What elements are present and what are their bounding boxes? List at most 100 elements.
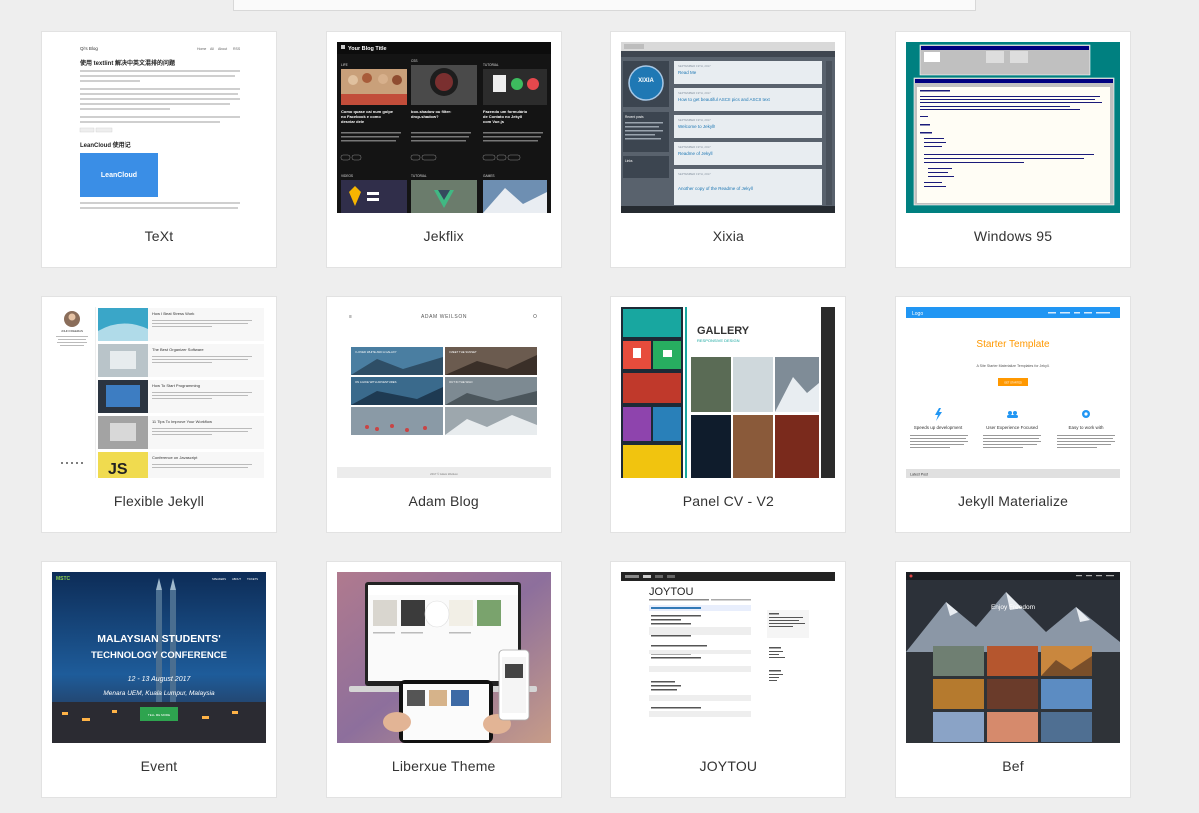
preview-author: JOHN FREEMAN xyxy=(61,329,83,333)
theme-preview-panel-cv: GALLERY RESPONSIVE DESIGN xyxy=(621,307,836,478)
preview-feature-title: Speeds up development xyxy=(914,425,963,430)
theme-card-jekyll-materialize[interactable]: Logo Starter Template A Site Starter Mat… xyxy=(895,296,1132,533)
theme-card-adam-blog[interactable]: ≡ ADAM WEILSON I LOVED WHITE AND A GALAX… xyxy=(325,296,562,533)
preview-title: GALLERY xyxy=(697,325,750,337)
preview-button: GET STARTED xyxy=(1004,381,1022,385)
theme-name: Xixia xyxy=(712,228,745,244)
preview-subtitle: RESPONSIVE DESIGN xyxy=(697,338,740,343)
preview-nav-item: TICKETS xyxy=(247,577,258,581)
theme-preview-liberxue xyxy=(336,572,551,743)
preview-banner: LeanCloud xyxy=(101,172,137,179)
theme-card-liberxue[interactable]: Liberxue Theme xyxy=(325,561,562,798)
theme-preview-jekflix: Your Blog Title LIFE CSS TUTORIAL Como q… xyxy=(336,42,551,213)
preview-site-name: Qi's Blog xyxy=(80,46,98,51)
theme-grid: Qi's Blog Home All About RSS 使用 textlint… xyxy=(41,31,1132,798)
preview-post-title: Readme of Jekyll xyxy=(678,151,713,156)
preview-category: GAMES xyxy=(483,174,495,178)
preview-post-title: Another copy of the Readme of Jekyll xyxy=(678,186,753,191)
svg-text:JS: JS xyxy=(108,461,128,478)
preview-post-date: SEPTEMBER 19TH, 2017 xyxy=(678,91,711,95)
preview-sidebar-heading: Links xyxy=(625,159,633,163)
theme-card-windows-95[interactable]: Windows 95 xyxy=(895,31,1132,268)
preview-title-line1: MALAYSIAN STUDENTS' xyxy=(97,633,220,645)
theme-name: JOYTOU xyxy=(699,758,758,774)
preview-tile-title: OUT IN THE WILD xyxy=(449,380,473,384)
preview-site-name: ADAM WEILSON xyxy=(421,314,467,320)
theme-card-flexible-jekyll[interactable]: JOHN FREEMAN JS How I Beat Stress Work T… xyxy=(41,296,277,533)
preview-category: TUTORIAL xyxy=(411,174,427,178)
preview-tile-title: I MEET THE SUNSET xyxy=(449,350,477,354)
preview-category: VIDEOS xyxy=(341,174,353,178)
preview-post-date: SEPTEMBER 19TH, 2017 xyxy=(678,64,711,68)
preview-logo: Logo xyxy=(912,311,923,317)
preview-title: JOYTOU xyxy=(649,586,693,598)
theme-preview-flexible-jekyll: JOHN FREEMAN JS How I Beat Stress Work T… xyxy=(52,307,266,478)
preview-footer: Latest Post xyxy=(910,473,928,477)
preview-post-date: SEPTEMBER 19TH, 2017 xyxy=(678,172,711,176)
preview-post-title: The Best Organizer Software xyxy=(152,347,204,352)
preview-button: TELL ME MORE xyxy=(148,713,170,717)
theme-preview-xixia: XIXIA Recent posts Links SEPTEMBER 19TH,… xyxy=(621,42,836,213)
theme-preview-text: Qi's Blog Home All About RSS 使用 textlint… xyxy=(52,42,266,213)
preview-post-title: How To Start Programming xyxy=(152,383,200,388)
theme-name: Bef xyxy=(1002,758,1024,774)
preview-post-date: SEPTEMBER 19TH, 2017 xyxy=(678,145,711,149)
preview-title: Enjoy Freedom xyxy=(991,604,1035,611)
preview-date: 12 - 13 August 2017 xyxy=(128,676,192,683)
preview-nav-item: ABOUT xyxy=(232,577,241,581)
theme-preview-bef: Enjoy Freedom xyxy=(906,572,1121,743)
preview-post-title: How I Beat Stress Work xyxy=(152,311,194,316)
theme-name: Adam Blog xyxy=(408,493,479,509)
preview-category: TUTORIAL xyxy=(483,63,499,67)
preview-feature-title: User Experience Focused xyxy=(986,425,1038,430)
theme-preview-jekyll-materialize: Logo Starter Template A Site Starter Mat… xyxy=(906,307,1121,478)
preview-tile-title: I LOVED WHITE AND A GALAXY xyxy=(355,350,397,354)
preview-post-title: How to get beautiful ASCII pics and ASCI… xyxy=(678,97,771,102)
svg-text:≡: ≡ xyxy=(349,314,352,320)
theme-name: Panel CV - V2 xyxy=(682,493,775,509)
preview-nav-item: All xyxy=(210,47,214,51)
theme-card-joytou[interactable]: JOYTOU JOYTOU xyxy=(610,561,847,798)
theme-preview-windows-95 xyxy=(906,42,1121,213)
theme-preview-event: MSTC SPEAKERS ABOUT TICKETS MALAYSIAN ST… xyxy=(52,572,266,743)
preview-post-title: 使用 textlint 解决中英文混排的问题 xyxy=(79,59,176,67)
preview-title-line2: TECHNOLOGY CONFERENCE xyxy=(91,650,227,661)
theme-preview-adam-blog: ≡ ADAM WEILSON I LOVED WHITE AND A GALAX… xyxy=(336,307,551,478)
theme-card-bef[interactable]: Enjoy Freedom Bef xyxy=(895,561,1132,798)
preview-post-title: Conference on Javascript xyxy=(152,455,198,460)
theme-name: Windows 95 xyxy=(973,228,1053,244)
theme-name: Jekflix xyxy=(423,228,464,244)
theme-name: TeXt xyxy=(144,228,174,244)
preview-venue: Menara UEM, Kuala Lumpur, Malaysia xyxy=(103,690,215,697)
theme-name: Event xyxy=(140,758,178,774)
preview-nav-item: Home xyxy=(197,47,206,51)
theme-card-jekflix[interactable]: Your Blog Title LIFE CSS TUTORIAL Como q… xyxy=(325,31,562,268)
preview-logo: MSTC xyxy=(56,576,71,582)
theme-preview-joytou: JOYTOU xyxy=(621,572,836,743)
preview-post-title: LeanCloud 使用记 xyxy=(80,141,131,149)
theme-card-panel-cv[interactable]: GALLERY RESPONSIVE DESIGN Panel CV - V2 xyxy=(610,296,847,533)
preview-post-title: Welcome to Jekyll! xyxy=(678,124,715,129)
preview-sidebar-heading: Recent posts xyxy=(625,115,644,119)
preview-nav-item: SPEAKERS xyxy=(212,577,226,581)
preview-feature-title: Easy to work with xyxy=(1069,425,1105,430)
theme-name: Flexible Jekyll xyxy=(113,493,205,509)
preview-tile-title: ON A HIKE WITH ADVENTURES xyxy=(355,380,397,384)
preview-post-title: Read Me xyxy=(678,70,697,75)
preview-category: LIFE xyxy=(341,63,348,67)
preview-post-title: 11 Tips To Improve Your Workflow xyxy=(152,419,212,424)
preview-site-name: Your Blog Title xyxy=(348,46,387,52)
preview-nav-item: RSS xyxy=(233,47,241,51)
theme-card-event[interactable]: MSTC SPEAKERS ABOUT TICKETS MALAYSIAN ST… xyxy=(41,561,277,798)
preview-subtitle: A Site Starter Materialize Templates for… xyxy=(977,364,1050,368)
preview-logo: XIXIA xyxy=(639,78,655,84)
preview-post-date: SEPTEMBER 19TH, 2017 xyxy=(678,118,711,122)
top-panel xyxy=(233,0,976,11)
theme-name: Jekyll Materialize xyxy=(957,493,1069,509)
theme-name: Liberxue Theme xyxy=(391,758,496,774)
theme-card-xixia[interactable]: XIXIA Recent posts Links SEPTEMBER 19TH,… xyxy=(610,31,847,268)
preview-category: CSS xyxy=(411,59,418,63)
preview-title: Starter Template xyxy=(976,339,1050,350)
preview-nav-item: About xyxy=(218,47,227,51)
theme-card-text[interactable]: Qi's Blog Home All About RSS 使用 textlint… xyxy=(41,31,277,268)
